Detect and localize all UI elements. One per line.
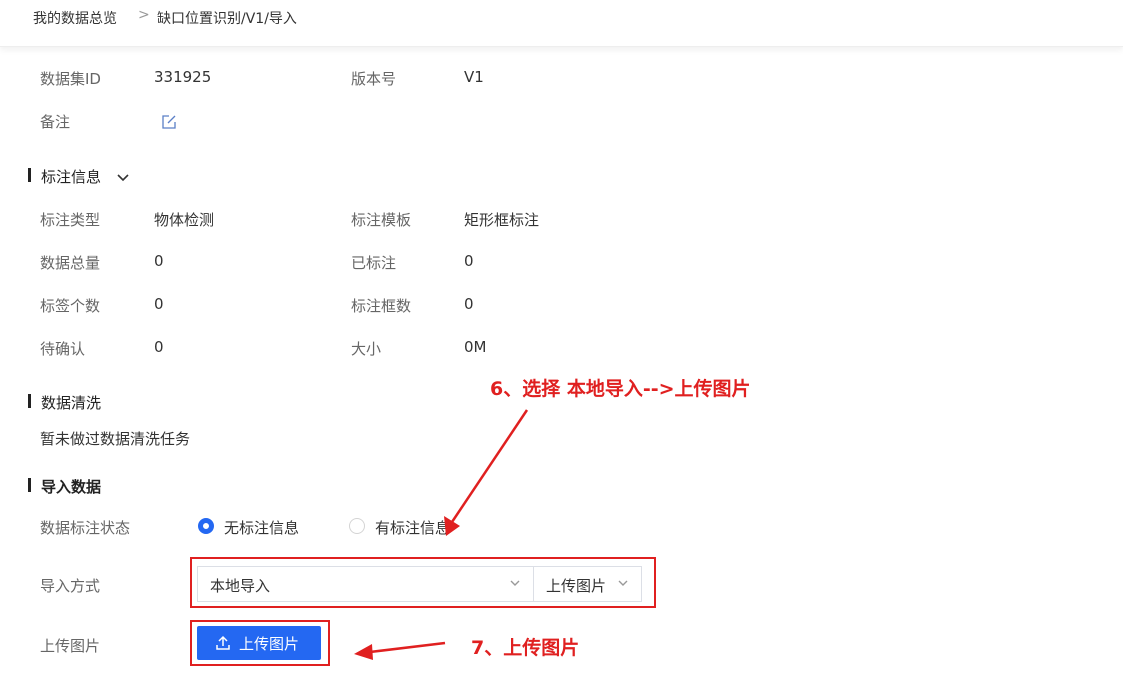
radio-has-annotation-label[interactable]: 有标注信息: [375, 517, 450, 538]
cleaning-section-title: 数据清洗: [41, 394, 102, 412]
radio-no-annotation-label[interactable]: 无标注信息: [224, 517, 299, 538]
highlight-upload-button: [190, 620, 330, 666]
radio-no-annotation[interactable]: [198, 518, 214, 534]
chevron-down-icon[interactable]: [116, 169, 130, 182]
annotation-type-label: 标注类型: [40, 211, 101, 229]
data-total-value: 0: [154, 252, 164, 270]
breadcrumb-separator: >: [138, 7, 150, 23]
arrow-step6: [444, 409, 529, 536]
breadcrumb-bar: 我的数据总览 > 缺口位置识别/V1/导入: [0, 0, 1123, 47]
annotation-template-label: 标注模板: [351, 211, 412, 229]
breadcrumb-root[interactable]: 我的数据总览: [33, 8, 117, 28]
data-total-label: 数据总量: [40, 254, 101, 272]
labeled-label: 已标注: [351, 254, 397, 272]
box-count-label: 标注框数: [351, 297, 412, 315]
size-label: 大小: [351, 340, 382, 358]
annotation-type-value: 物体检测: [154, 211, 215, 229]
pending-label: 待确认: [40, 340, 86, 358]
version-value: V1: [464, 68, 484, 86]
size-value: 0M: [464, 338, 487, 356]
section-marker: [28, 394, 31, 408]
dataset-id-value: 331925: [154, 68, 212, 86]
section-marker: [28, 168, 31, 182]
highlight-import-method: [190, 557, 656, 608]
edit-icon[interactable]: [160, 113, 178, 131]
version-label: 版本号: [351, 70, 397, 88]
upload-image-label: 上传图片: [40, 637, 101, 655]
step7-annotation: 7、上传图片: [471, 637, 580, 659]
import-section-title: 导入数据: [41, 478, 102, 496]
tag-count-value: 0: [154, 295, 164, 313]
annotation-template-value: 矩形框标注: [464, 211, 540, 229]
section-marker: [28, 478, 31, 492]
annotation-section-title: 标注信息: [41, 168, 102, 186]
pending-value: 0: [154, 338, 164, 356]
tag-count-label: 标签个数: [40, 297, 101, 315]
breadcrumb-current: 缺口位置识别/V1/导入: [157, 11, 297, 27]
step6-annotation: 6、选择 本地导入-->上传图片: [490, 378, 751, 400]
dataset-id-label: 数据集ID: [40, 70, 101, 88]
radio-has-annotation[interactable]: [349, 518, 365, 534]
box-count-value: 0: [464, 295, 474, 313]
labeled-value: 0: [464, 252, 474, 270]
import-method-label: 导入方式: [40, 577, 101, 595]
cleaning-empty-text: 暂未做过数据清洗任务: [40, 430, 191, 448]
note-label: 备注: [40, 113, 71, 131]
annotation-status-label: 数据标注状态: [40, 519, 131, 537]
arrow-step7: [354, 641, 446, 660]
